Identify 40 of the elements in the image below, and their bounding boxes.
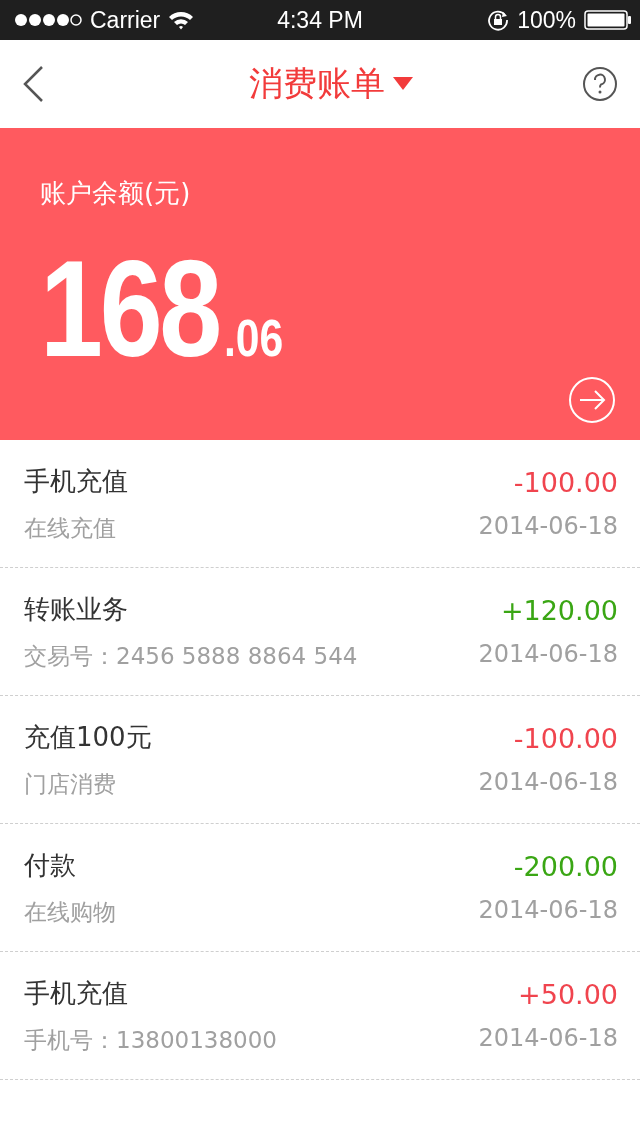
transaction-row[interactable]: 手机充值 手机号：13800138000 +50.00 2014-06-18 bbox=[0, 952, 640, 1080]
transaction-detail: 在线充值 bbox=[24, 513, 116, 543]
carrier-name: Carrier bbox=[90, 6, 161, 34]
transaction-detail: 在线购物 bbox=[24, 897, 116, 927]
title-dropdown[interactable]: 消费账单 bbox=[249, 61, 413, 107]
transaction-title: 手机充值 bbox=[24, 464, 128, 498]
transaction-row[interactable]: 转账业务 交易号：2456 5888 8864 544 +120.00 2014-06-18 bbox=[0, 568, 640, 696]
wifi-icon bbox=[168, 10, 195, 30]
balance-integer: 168 bbox=[40, 239, 219, 377]
transaction-date: 2014-06-18 bbox=[478, 896, 618, 924]
transaction-amount: +120.00 bbox=[500, 595, 618, 626]
balance-label: 账户余额(元) bbox=[40, 177, 191, 210]
arrow-right-button[interactable] bbox=[568, 376, 616, 424]
balance-decimal: .06 bbox=[224, 308, 284, 368]
transaction-detail: 手机号：13800138000 bbox=[24, 1025, 277, 1055]
battery-percent: 100% bbox=[517, 6, 576, 34]
transaction-date: 2014-06-18 bbox=[478, 768, 618, 796]
signal-icon bbox=[14, 13, 82, 27]
status-time: 4:34 PM bbox=[277, 6, 363, 34]
transaction-title: 充值100元 bbox=[24, 720, 152, 754]
transaction-title: 手机充值 bbox=[24, 976, 128, 1010]
transaction-amount: -200.00 bbox=[513, 851, 618, 882]
caret-icon bbox=[393, 77, 413, 91]
transaction-date: 2014-06-18 bbox=[478, 512, 618, 540]
transaction-row[interactable]: 手机充值 在线充值 -100.00 2014-06-18 bbox=[0, 440, 640, 568]
transaction-amount: -100.00 bbox=[513, 723, 618, 754]
transaction-row[interactable]: 付款 在线购物 -200.00 2014-06-18 bbox=[0, 824, 640, 952]
transaction-detail: 交易号：2456 5888 8864 544 bbox=[24, 641, 358, 671]
transaction-detail: 门店消费 bbox=[24, 769, 116, 799]
battery-icon bbox=[584, 10, 632, 30]
transaction-row[interactable]: 充值100元 门店消费 -100.00 2014-06-18 bbox=[0, 696, 640, 824]
transaction-date: 2014-06-18 bbox=[478, 640, 618, 668]
back-button[interactable] bbox=[22, 65, 44, 103]
transaction-amount: +50.00 bbox=[518, 979, 618, 1010]
rotation-lock-icon bbox=[487, 9, 510, 31]
transaction-date: 2014-06-18 bbox=[478, 1024, 618, 1052]
transaction-title: 付款 bbox=[24, 848, 76, 882]
help-button[interactable] bbox=[582, 66, 618, 102]
transaction-amount: -100.00 bbox=[513, 467, 618, 498]
transaction-title: 转账业务 bbox=[24, 592, 128, 626]
